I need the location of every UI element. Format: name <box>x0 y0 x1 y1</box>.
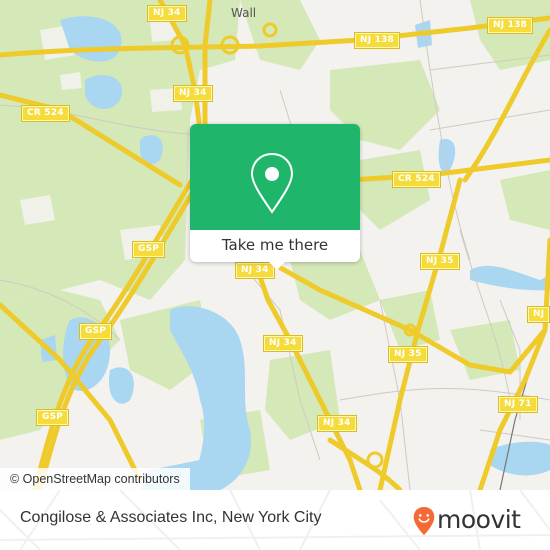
road-shield-nj: NJ <box>526 306 550 323</box>
road-shield-nj35: NJ 35 <box>420 253 460 270</box>
road-shield-nj35: NJ 35 <box>388 346 428 363</box>
road-shield-nj34: NJ 34 <box>263 335 303 352</box>
road-shield-gsp: GSP <box>78 323 113 340</box>
road-shield-gsp: GSP <box>131 241 166 258</box>
road-shield-nj34: NJ 34 <box>173 85 213 102</box>
road-shield-nj34: NJ 34 <box>317 415 357 432</box>
place-label-wall: Wall <box>231 6 257 20</box>
place-title: Congilose & Associates Inc, New York Cit… <box>20 509 322 526</box>
popup-pointer <box>268 261 286 270</box>
road-shield-nj138: NJ 138 <box>353 32 401 49</box>
location-pin-icon <box>250 152 294 214</box>
moovit-logo-icon <box>413 506 435 536</box>
road-shield-gsp: GSP <box>35 409 70 426</box>
road-shield-cr524: CR 524 <box>21 105 70 122</box>
road-shield-nj138: NJ 138 <box>486 17 534 34</box>
popup-footer[interactable]: Take me there <box>190 230 360 262</box>
map-view[interactable]: Wall NJ 34 NJ 34 NJ 34 NJ 34 NJ 34 NJ 13… <box>0 0 550 490</box>
map-attribution[interactable]: © OpenStreetMap contributors <box>0 468 190 490</box>
road-shield-cr524: CR 524 <box>392 171 441 188</box>
take-me-there-popup[interactable]: Take me there <box>190 124 360 270</box>
popup-header[interactable] <box>190 124 360 230</box>
road-shield-nj34: NJ 34 <box>147 5 187 22</box>
take-me-there-button[interactable]: Take me there <box>190 230 360 260</box>
road-shield-nj71: NJ 71 <box>498 396 538 413</box>
moovit-logo-text: moovit <box>437 505 521 534</box>
